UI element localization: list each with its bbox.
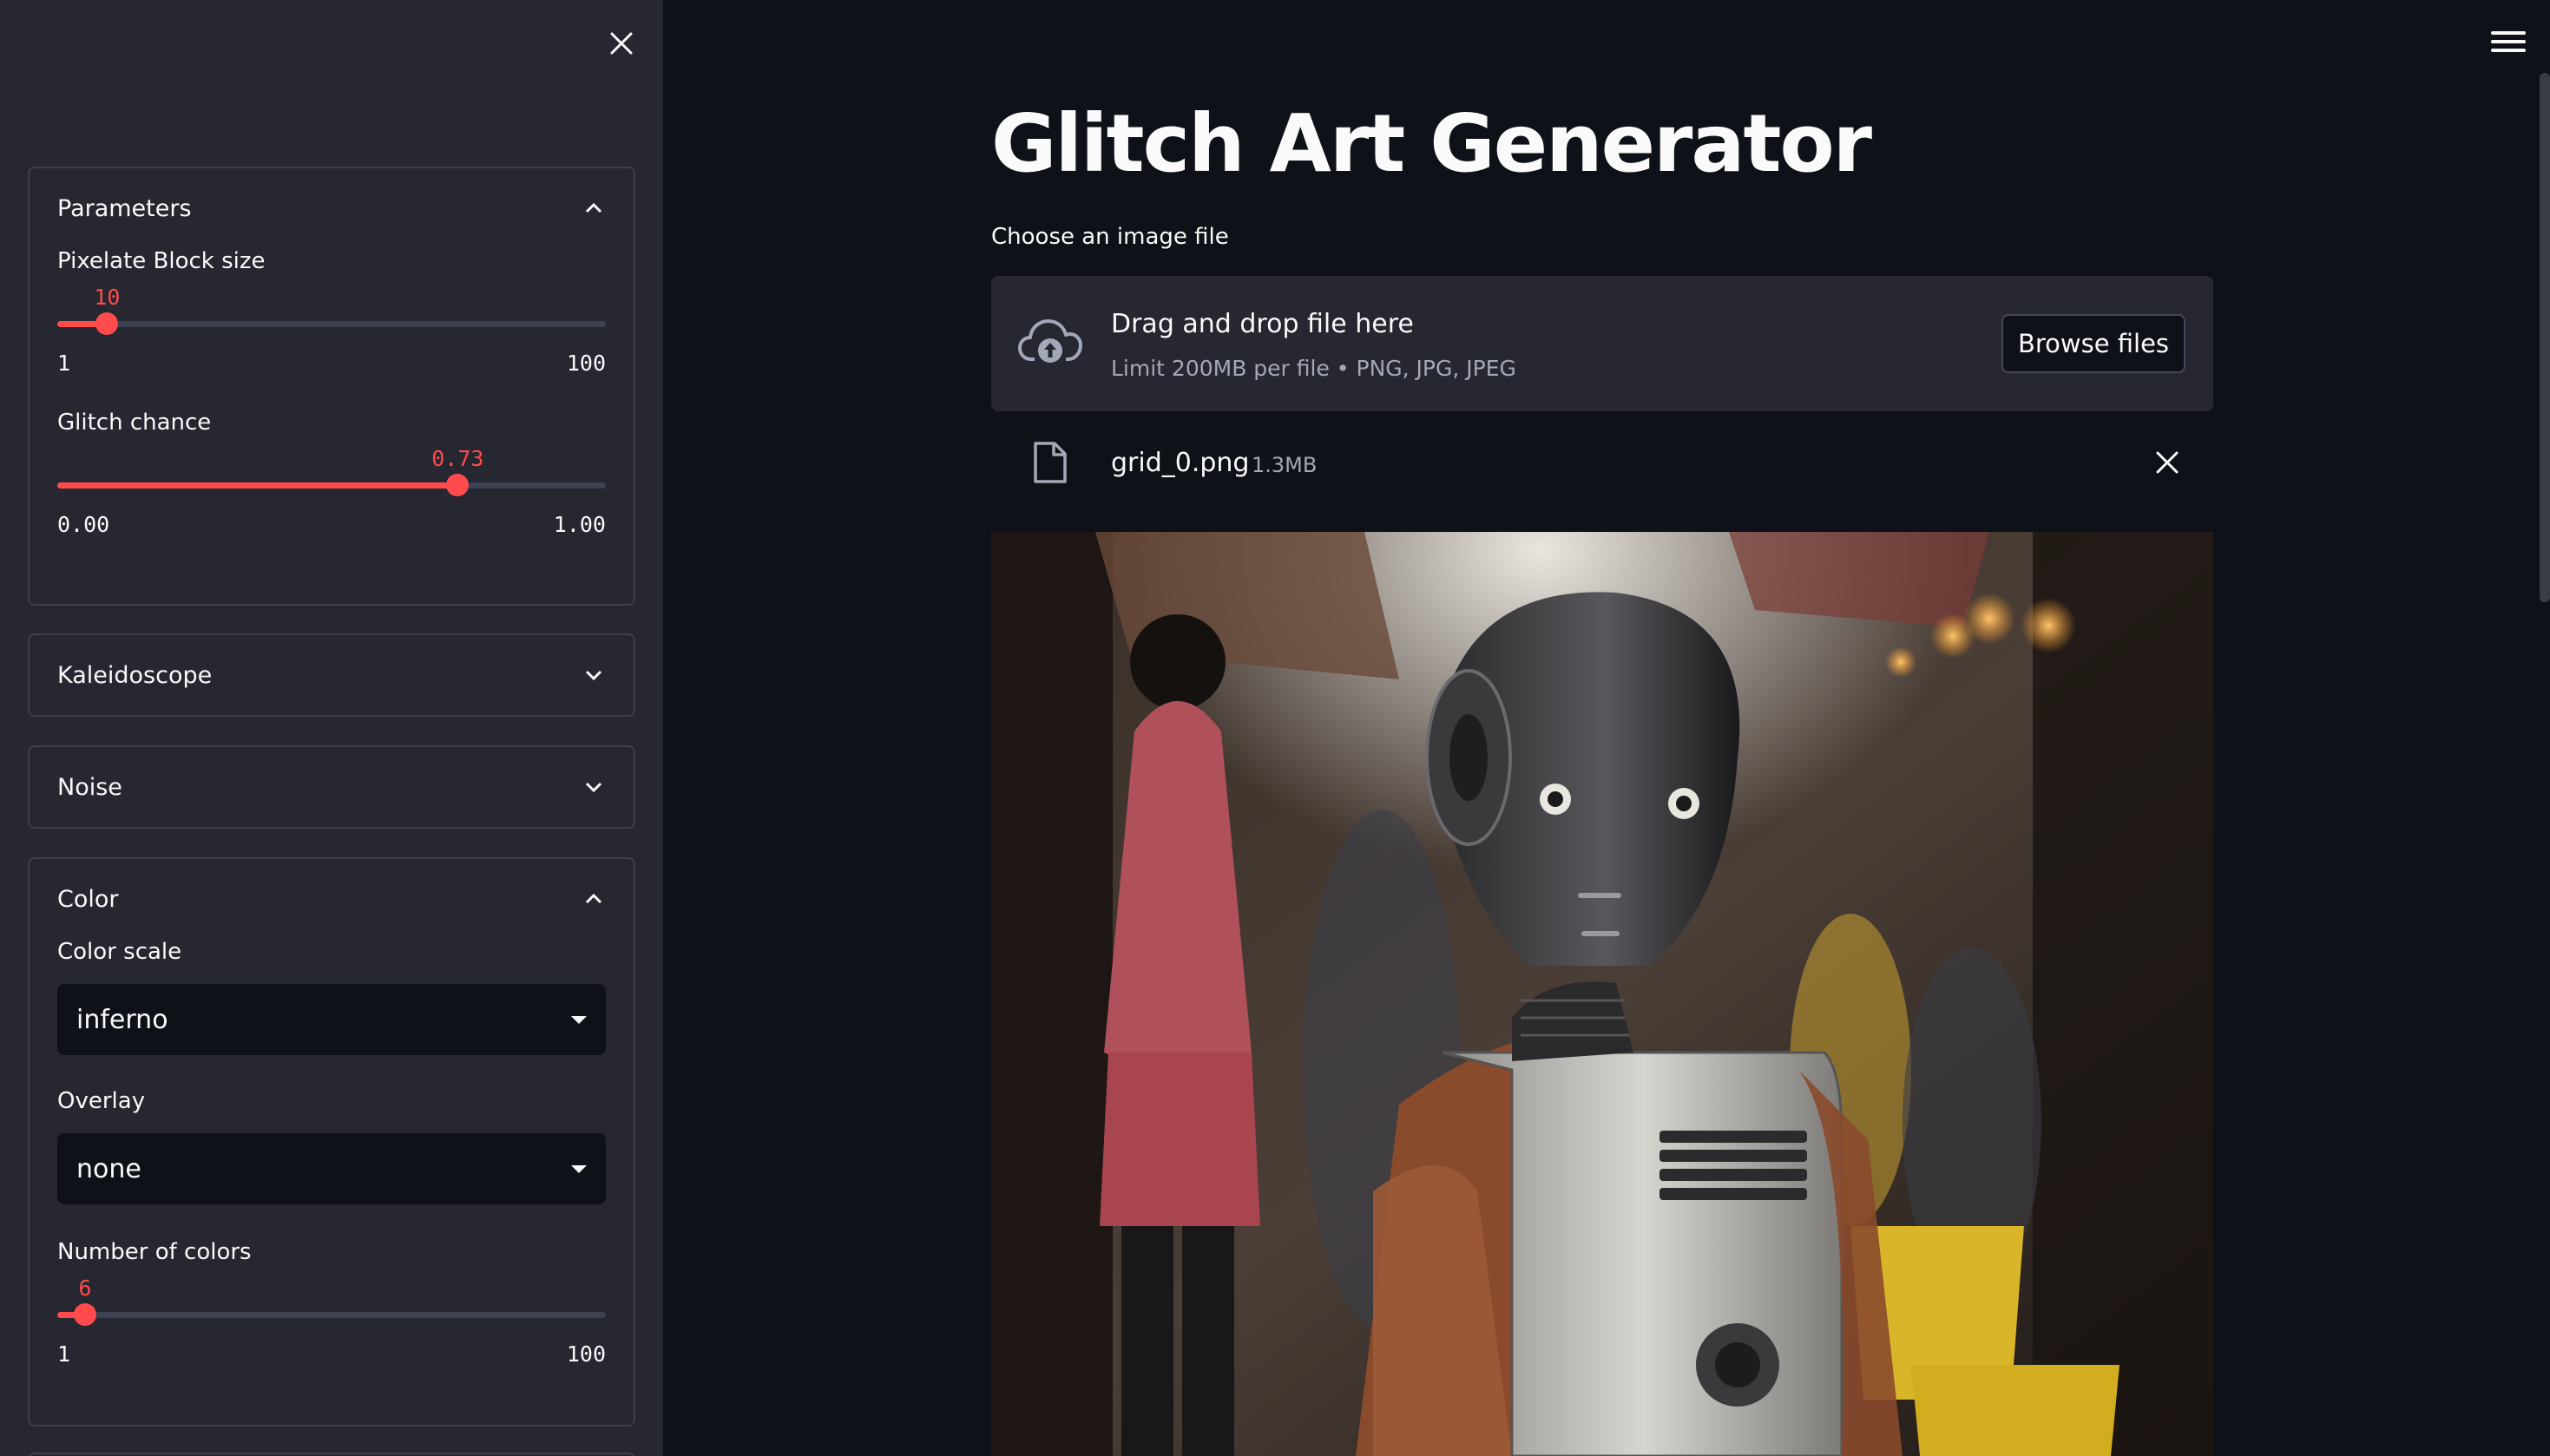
color-body: Color scale inferno Overlay none Number …: [30, 939, 634, 1378]
file-size: 1.3MB: [1252, 453, 1318, 477]
slider-track: [57, 321, 606, 327]
hamburger-icon: [2491, 40, 2526, 43]
robot-market-photo: [991, 532, 2213, 1456]
slider-thumb[interactable]: [73, 1303, 96, 1326]
color-expander: Color Color scale inferno Overlay none N…: [28, 857, 635, 1426]
glitch-chance-value: 0.73: [431, 446, 484, 471]
slider-fill: [57, 482, 458, 489]
parameters-title: Parameters: [57, 194, 192, 222]
next-expander-edge: [28, 1453, 635, 1456]
kaleidoscope-expander-header[interactable]: Kaleidoscope: [30, 635, 634, 715]
pixelate-value: 10: [94, 285, 121, 310]
pixelate-min: 1: [57, 351, 71, 376]
main-menu-button[interactable]: [2491, 24, 2526, 59]
scrollbar-thumb[interactable]: [2540, 73, 2550, 602]
close-icon: [2156, 451, 2179, 474]
sidebar: Parameters Pixelate Block size 10 1 100 …: [0, 0, 663, 1456]
overlay-label: Overlay: [57, 1088, 146, 1114]
file-icon: [1034, 442, 1067, 483]
glitch-chance-label: Glitch chance: [57, 410, 212, 436]
num-colors-max: 100: [566, 1341, 606, 1367]
noise-title: Noise: [57, 773, 122, 801]
pixelate-max: 100: [566, 351, 606, 376]
slider-track: [57, 482, 606, 489]
overlay-select[interactable]: none: [57, 1133, 606, 1204]
uploaded-image-preview: [991, 532, 2213, 1456]
uploaded-file-row: grid_0.png 1.3MB: [991, 429, 2213, 500]
pixelate-slider[interactable]: 10 1 100: [57, 274, 606, 387]
slider-thumb[interactable]: [446, 474, 470, 496]
noise-expander-header[interactable]: Noise: [30, 747, 634, 827]
file-dropzone[interactable]: Drag and drop file here Limit 200MB per …: [991, 276, 2213, 411]
cloud-upload-icon: [1018, 319, 1082, 363]
remove-file-button[interactable]: [2149, 444, 2185, 481]
overlay-value: none: [76, 1153, 141, 1184]
kaleidoscope-title: Kaleidoscope: [57, 661, 213, 689]
hamburger-icon: [2491, 31, 2526, 35]
num-colors-min: 1: [57, 1341, 71, 1367]
slider-thumb[interactable]: [95, 312, 119, 335]
parameters-expander-header[interactable]: Parameters: [30, 168, 634, 248]
glitch-chance-max: 1.00: [553, 512, 606, 537]
color-scale-label: Color scale: [57, 939, 182, 965]
num-colors-slider[interactable]: 6 1 100: [57, 1265, 606, 1378]
chevron-up-icon: [582, 887, 606, 911]
noise-expander: Noise: [28, 745, 635, 829]
caret-down-icon: [571, 1164, 587, 1173]
uploader-label: Choose an image file: [991, 224, 1229, 250]
close-sidebar-button[interactable]: [602, 24, 641, 62]
color-scale-select[interactable]: inferno: [57, 984, 606, 1055]
browse-files-button[interactable]: Browse files: [2001, 314, 2185, 373]
pixelate-label: Pixelate Block size: [57, 248, 266, 274]
slider-track: [57, 1312, 606, 1318]
num-colors-value: 6: [78, 1276, 92, 1301]
close-icon: [610, 32, 633, 55]
drop-text: Drag and drop file here: [1111, 309, 1414, 339]
color-expander-header[interactable]: Color: [30, 859, 634, 939]
app-root: Parameters Pixelate Block size 10 1 100 …: [0, 0, 2550, 1456]
glitch-chance-min: 0.00: [57, 512, 110, 537]
caret-down-icon: [571, 1015, 587, 1024]
kaleidoscope-expander: Kaleidoscope: [28, 633, 635, 717]
parameters-expander: Parameters Pixelate Block size 10 1 100 …: [28, 167, 635, 606]
chevron-down-icon: [582, 663, 606, 687]
hamburger-icon: [2491, 49, 2526, 52]
color-title: Color: [57, 885, 119, 913]
num-colors-label: Number of colors: [57, 1239, 252, 1265]
page-title: Glitch Art Generator: [991, 97, 1872, 190]
glitch-chance-slider[interactable]: 0.73 0.00 1.00: [57, 436, 606, 548]
color-scale-value: inferno: [76, 1004, 168, 1035]
limit-text: Limit 200MB per file • PNG, JPG, JPEG: [1111, 356, 1516, 381]
chevron-up-icon: [582, 196, 606, 220]
chevron-down-icon: [582, 775, 606, 799]
parameters-body: Pixelate Block size 10 1 100 Glitch chan…: [30, 248, 634, 548]
file-name: grid_0.png: [1111, 448, 1250, 478]
